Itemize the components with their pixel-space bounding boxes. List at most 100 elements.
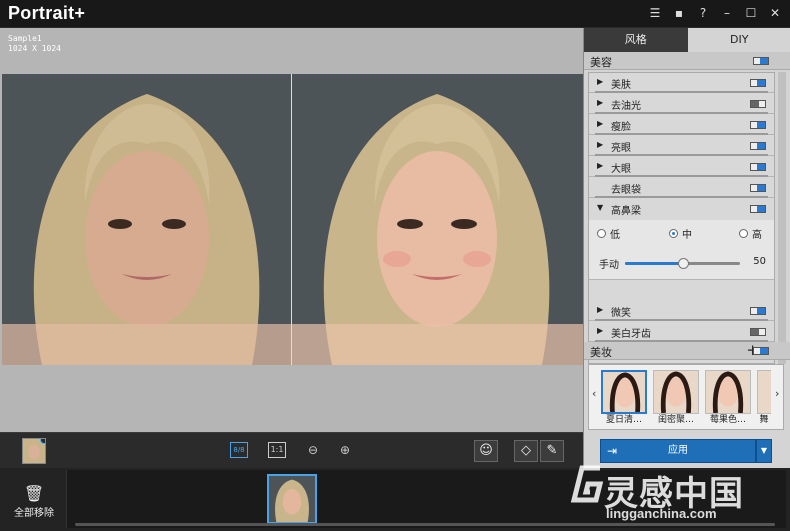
chevron-right-icon[interactable]: › <box>775 387 779 400</box>
list-item-smile[interactable]: ▶ 微笑 <box>589 301 774 321</box>
brush-icon: ✎ <box>546 443 558 458</box>
item-track <box>595 133 768 135</box>
filmstrip: 🗑 全部移除 <box>0 468 790 531</box>
radio-circle <box>739 229 748 238</box>
canvas-toolbar: 8/8 1:1 ⊖ ⊕ ☺ ◇ ✎ <box>0 432 583 468</box>
list-item-slim[interactable]: ▶ 瘦脸 <box>589 115 774 135</box>
chevron-left-icon[interactable]: ‹ <box>592 387 596 400</box>
makeup-preset-label: 闺密聚… <box>657 415 694 425</box>
panel-scrollbar[interactable] <box>778 72 786 364</box>
sample-size: 1024 X 1024 <box>8 44 61 53</box>
list-item-nose[interactable]: ▼ 高鼻梁 <box>589 199 774 219</box>
after-photo <box>292 74 583 365</box>
item-toggle[interactable] <box>750 142 766 150</box>
nose-mid-radio[interactable]: 中 <box>669 226 692 241</box>
item-label: 微笑 <box>611 308 631 319</box>
apply-dropdown-button[interactable]: ▼ <box>756 439 772 463</box>
current-photo-thumbnail[interactable] <box>22 438 46 464</box>
makeup-preset[interactable]: 舞 <box>757 370 771 428</box>
list-item-teeth[interactable]: ▶ 美白牙齿 <box>589 322 774 342</box>
split-view-button[interactable]: 8/8 <box>230 442 248 458</box>
makeup-preset[interactable]: 夏日清… <box>601 370 647 428</box>
slider-knob[interactable] <box>677 258 689 269</box>
chat-icon[interactable]: ▪ <box>672 6 686 20</box>
face-detect-button[interactable]: ☺ <box>474 440 498 462</box>
item-toggle[interactable] <box>750 307 766 315</box>
sample-name: Sample1 <box>8 34 42 43</box>
makeup-preset[interactable]: 闺密聚… <box>653 370 699 428</box>
item-toggle[interactable] <box>750 163 766 171</box>
makeup-section-toggle[interactable] <box>753 347 769 355</box>
list-item-bright-eyes[interactable]: ▶ 亮眼 <box>589 136 774 156</box>
item-toggle[interactable] <box>750 121 766 129</box>
nose-slider[interactable] <box>625 258 740 269</box>
beauty-section-title: 美容 <box>590 56 612 69</box>
makeup-preset-image <box>601 370 647 414</box>
badge-icon <box>40 439 45 444</box>
item-toggle[interactable] <box>750 79 766 87</box>
remove-all-button[interactable]: 🗑 全部移除 <box>8 486 60 520</box>
makeup-preset-label: 舞 <box>759 415 769 425</box>
actual-size-button[interactable]: 1:1 <box>268 442 286 458</box>
radio-label: 中 <box>682 230 692 241</box>
item-label: 美白牙齿 <box>611 329 651 340</box>
radio-label: 高 <box>752 230 762 241</box>
makeup-preset-image <box>705 370 751 414</box>
expand-arrow-icon: ▶ <box>597 98 604 107</box>
makeup-section-header: 美妆 + <box>584 342 790 360</box>
filmstrip-thumbnail[interactable] <box>267 474 317 524</box>
item-toggle[interactable] <box>750 328 766 336</box>
radio-circle <box>597 229 606 238</box>
nose-low-radio[interactable]: 低 <box>597 226 620 241</box>
close-icon[interactable]: ✕ <box>768 6 782 20</box>
apply-label: 应用 <box>668 445 688 456</box>
expand-arrow-icon: ▶ <box>597 140 604 149</box>
beauty-list: ▶ 美肤 ▶ 去油光 ▶ 瘦脸 ▶ 亮眼 ▶ 大眼 去眼袋 ▼ 高鼻梁 低 中 … <box>588 72 775 364</box>
item-track <box>595 196 768 198</box>
makeup-preset[interactable]: 莓果色… <box>705 370 751 428</box>
item-toggle[interactable] <box>750 205 766 213</box>
zoom-out-icon[interactable]: ⊖ <box>304 442 322 458</box>
item-toggle[interactable] <box>750 100 766 108</box>
item-toggle[interactable] <box>750 184 766 192</box>
item-label: 高鼻梁 <box>611 206 641 217</box>
list-item-eye-bags[interactable]: 去眼袋 <box>589 178 774 198</box>
slider-fill <box>625 262 683 265</box>
nose-high-radio[interactable]: 高 <box>739 226 762 241</box>
minimize-icon[interactable]: – <box>720 6 734 20</box>
eraser-icon: ◇ <box>521 443 531 458</box>
filmstrip-scrollbar[interactable] <box>75 523 775 526</box>
maximize-icon[interactable]: ☐ <box>744 6 758 20</box>
item-label: 瘦脸 <box>611 122 631 133</box>
item-label: 亮眼 <box>611 143 631 154</box>
apply-button[interactable]: ⇥ 应用 <box>600 439 756 463</box>
tab-diy[interactable]: DIY <box>687 28 790 52</box>
collapse-arrow-icon: ▼ <box>597 203 604 212</box>
eraser-button[interactable]: ◇ <box>514 440 538 462</box>
brush-button[interactable]: ✎ <box>540 440 564 462</box>
before-photo <box>2 74 291 365</box>
item-track <box>595 175 768 177</box>
slider-value: 50 <box>753 256 766 267</box>
expand-arrow-icon: ▶ <box>597 161 604 170</box>
tab-style[interactable]: 风格 <box>584 28 688 52</box>
filmstrip-area <box>66 470 786 528</box>
item-label: 去油光 <box>611 101 641 112</box>
list-item-big-eyes[interactable]: ▶ 大眼 <box>589 157 774 177</box>
list-icon[interactable]: ☰ <box>648 6 662 20</box>
zoom-in-icon[interactable]: ⊕ <box>336 442 354 458</box>
app-title: Portrait+ <box>8 3 86 23</box>
list-item-skin[interactable]: ▶ 美肤 <box>589 73 774 93</box>
expand-arrow-icon: ▶ <box>597 77 604 86</box>
remove-all-label: 全部移除 <box>14 508 54 519</box>
makeup-preset-image <box>653 370 699 414</box>
radio-circle <box>669 229 678 238</box>
help-icon[interactable]: ? <box>696 6 710 20</box>
list-item-oil[interactable]: ▶ 去油光 <box>589 94 774 114</box>
item-track <box>595 319 768 321</box>
radio-label: 低 <box>610 230 620 241</box>
beauty-section-toggle[interactable] <box>753 57 769 65</box>
makeup-carousel: ‹ 夏日清… 闺密聚… 莓果色… 舞 › <box>588 364 784 430</box>
makeup-preset-label: 莓果色… <box>709 415 746 425</box>
item-track <box>595 91 768 93</box>
